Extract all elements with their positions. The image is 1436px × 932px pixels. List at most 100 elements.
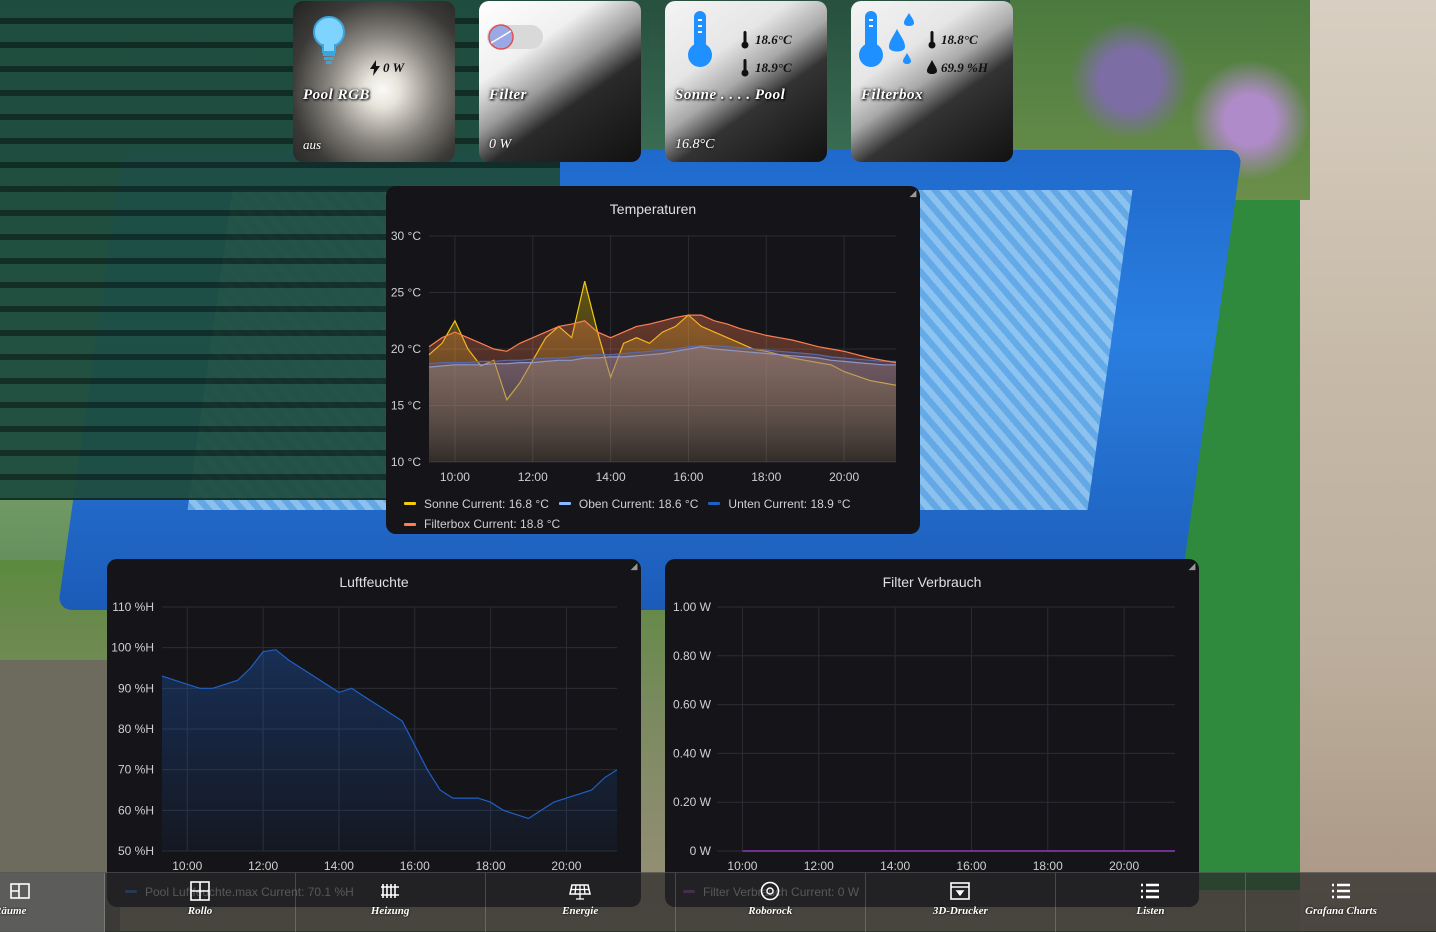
y-tick-label: 90 %H xyxy=(118,681,154,695)
legend-swatch xyxy=(708,502,721,505)
y-tick-label: 15 °C xyxy=(391,399,421,413)
filterbox-humidity: 69.9 %H xyxy=(941,60,988,75)
x-tick-label: 12:00 xyxy=(518,470,548,484)
bulb-icon xyxy=(313,16,345,64)
window-icon xyxy=(190,881,210,901)
x-tick-label: 20:00 xyxy=(1109,859,1139,873)
legend-label: Unten Current: 18.9 °C xyxy=(728,496,851,511)
tile-pool-rgb[interactable]: 0 W Pool RGB aus xyxy=(293,1,455,162)
nav-item-raeume[interactable]: Räume xyxy=(0,873,106,932)
legend-item[interactable]: Unten Current: 18.9 °C xyxy=(708,495,851,513)
x-tick-label: 14:00 xyxy=(596,470,626,484)
x-tick-label: 16:00 xyxy=(400,859,430,873)
x-tick-label: 10:00 xyxy=(440,470,470,484)
x-tick-label: 20:00 xyxy=(551,859,581,873)
list-icon xyxy=(1331,883,1350,899)
sonne-temp1: 18.6°C xyxy=(755,32,792,47)
pool-rgb-title: Pool RGB xyxy=(303,87,370,103)
nav-item-roborock[interactable]: Roborock xyxy=(676,873,866,932)
panel-temperaturen: Temperaturen ◢ 10 °C 15 °C 20 °C 25 °C 30 °C… xyxy=(386,186,920,534)
panel-luftfeuchte: Luftfeuchte ◢ 50 %H 60 %H 70 %H 80 %H 90 %H 1… xyxy=(107,559,641,907)
series-area xyxy=(429,315,896,462)
y-tick-label: 0 W xyxy=(690,844,712,858)
tile-filter[interactable]: Filter 0 W xyxy=(479,1,641,162)
nav-label: 3D-Drucker xyxy=(932,905,988,917)
floorplan-icon xyxy=(10,883,30,899)
nav-item-listen[interactable]: Listen xyxy=(1056,873,1246,932)
filterbox-title: Filterbox xyxy=(861,87,924,103)
background-path xyxy=(1300,0,1436,931)
water-drop-icon xyxy=(927,60,937,74)
bottom-nav: Räume Rollo Heizung Energie Roborock 3D-… xyxy=(0,872,1436,932)
y-tick-label: 1.00 W xyxy=(673,600,712,614)
toggle-icon[interactable] xyxy=(485,23,545,53)
y-tick-label: 110 %H xyxy=(112,600,154,614)
nav-label: Listen xyxy=(1136,905,1165,917)
x-tick-label: 16:00 xyxy=(673,470,703,484)
y-tick-label: 70 %H xyxy=(118,763,154,777)
nav-label: Grafana Charts xyxy=(1305,905,1377,917)
filterbox-temp: 18.8°C xyxy=(941,32,978,47)
nav-label: Rollo xyxy=(187,905,213,917)
chart-temperaturen: 10 °C 15 °C 20 °C 25 °C 30 °C 10:00 12:00 14:00… xyxy=(391,229,897,484)
legend-temperaturen: Sonne Current: 16.8 °C Oben Current: 18.6… xyxy=(404,492,904,533)
y-tick-label: 25 °C xyxy=(391,286,421,300)
legend-label: Sonne Current: 16.8 °C xyxy=(424,496,549,511)
y-tick-label: 30 °C xyxy=(391,229,421,243)
legend-swatch xyxy=(404,522,416,526)
list-icon xyxy=(1141,883,1160,899)
nav-item-energie[interactable]: Energie xyxy=(486,873,676,932)
sonne-pool-status: 16.8°C xyxy=(675,137,715,152)
y-tick-label: 100 %H xyxy=(111,641,154,655)
nav-label: Räume xyxy=(0,905,27,917)
nav-label: Energie xyxy=(562,905,599,917)
y-tick-label: 20 °C xyxy=(391,342,421,356)
tile-filterbox[interactable]: 18.8°C 69.9 %H Filterbox xyxy=(851,1,1013,162)
x-tick-label: 20:00 xyxy=(829,470,859,484)
thermometer-icon xyxy=(688,11,712,67)
pool-rgb-power: 0 W xyxy=(383,60,405,75)
sonne-temp2: 18.9°C xyxy=(755,60,792,75)
radiator-icon xyxy=(381,884,400,898)
sonne-pool-title: Sonne . . . . Pool xyxy=(675,87,786,103)
x-tick-label: 16:00 xyxy=(956,859,986,873)
thermometer-small-icon xyxy=(741,59,749,77)
legend-item[interactable]: Sonne Current: 16.8 °C xyxy=(404,495,549,513)
y-tick-label: 50 %H xyxy=(118,844,154,858)
thermometer-small-icon xyxy=(928,31,936,49)
chart-luftfeuchte: 50 %H 60 %H 70 %H 80 %H 90 %H 100 %H 110 %H 10:… xyxy=(111,600,618,873)
tile-sonne-pool[interactable]: 18.6°C 18.9°C Sonne . . . . Pool 16.8°C xyxy=(665,1,827,162)
filter-status: 0 W xyxy=(489,137,512,152)
nav-item-heizung[interactable]: Heizung xyxy=(296,873,486,932)
nav-label: Heizung xyxy=(370,905,410,917)
y-tick-label: 10 °C xyxy=(391,455,421,469)
printer-3d-icon xyxy=(950,882,971,900)
x-tick-label: 18:00 xyxy=(476,859,506,873)
y-tick-label: 60 %H xyxy=(118,803,154,817)
legend-label: Oben Current: 18.6 °C xyxy=(578,496,699,511)
x-tick-label: 14:00 xyxy=(324,859,354,873)
y-tick-label: 80 %H xyxy=(118,722,154,736)
x-tick-label: 12:00 xyxy=(804,859,834,873)
legend-label: Filterbox Current: 18.8 °C xyxy=(424,517,561,531)
lightning-icon xyxy=(370,60,380,76)
robot-vacuum-icon xyxy=(760,881,780,901)
x-tick-label: 18:00 xyxy=(1033,859,1063,873)
y-tick-label: 0.20 W xyxy=(673,795,712,809)
panel-filter-verbrauch: Filter Verbrauch ◢ 0 W 0.20 W 0.40 W 0.60 W… xyxy=(665,559,1199,907)
nav-item-3d-drucker[interactable]: 3D-Drucker xyxy=(866,873,1056,932)
x-tick-label: 10:00 xyxy=(727,859,757,873)
pool-rgb-status: aus xyxy=(303,137,322,152)
y-tick-label: 0.40 W xyxy=(673,746,712,760)
solar-panel-icon xyxy=(569,884,592,900)
legend-swatch xyxy=(404,502,416,505)
y-tick-label: 0.80 W xyxy=(673,649,712,663)
legend-item[interactable]: Filterbox Current: 18.8 °C xyxy=(404,515,560,533)
legend-item[interactable]: Oben Current: 18.6 °C xyxy=(558,495,699,513)
series-area xyxy=(162,649,617,851)
x-tick-label: 10:00 xyxy=(172,859,202,873)
thermometer-small-icon xyxy=(741,31,749,49)
x-tick-label: 18:00 xyxy=(751,470,781,484)
nav-item-grafana-charts[interactable]: Grafana Charts xyxy=(1246,873,1436,932)
nav-item-rollo[interactable]: Rollo xyxy=(105,873,296,932)
